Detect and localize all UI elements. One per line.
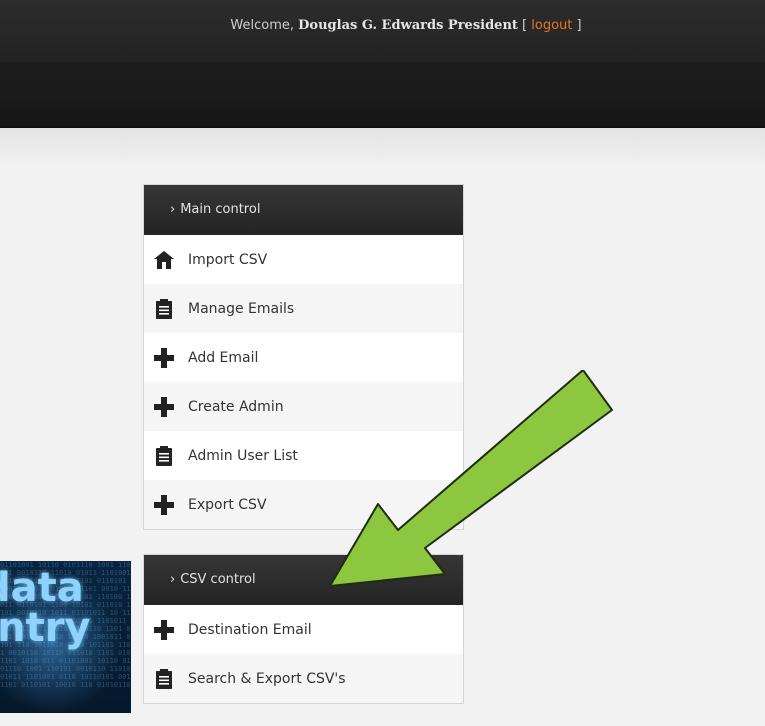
clipboard-icon	[153, 445, 175, 467]
clipboard-icon	[153, 668, 175, 690]
plus-icon	[153, 494, 175, 516]
clipboard-icon	[153, 298, 175, 320]
menu-item-label: Add Email	[188, 349, 259, 366]
main-control-title: Main control	[180, 202, 261, 217]
header-shadow	[0, 128, 765, 168]
logout-link[interactable]: logout	[531, 18, 572, 33]
welcome-message: Welcome, Douglas G. Edwards President [ …	[0, 18, 765, 33]
data-entry-image: 01101001 10110 0101110 1001 110101 00101…	[0, 561, 131, 713]
main-control-header[interactable]: › Main control	[144, 185, 463, 235]
home-icon	[153, 249, 175, 271]
menu-item-search-export-csv[interactable]: Search & Export CSV's	[144, 654, 463, 703]
bracket-open: [	[517, 18, 532, 33]
menu-item-import-csv[interactable]: Import CSV	[144, 235, 463, 284]
menu-item-label: Search & Export CSV's	[188, 670, 346, 687]
menu-item-label: Create Admin	[188, 398, 284, 415]
chevron-right-icon: ›	[170, 202, 176, 217]
menu-item-label: Import CSV	[188, 251, 268, 268]
nav-bar	[0, 62, 765, 128]
chevron-right-icon: ›	[170, 572, 176, 587]
menu-item-manage-emails[interactable]: Manage Emails	[144, 284, 463, 333]
image-word-entry: entry	[0, 605, 91, 651]
menu-item-label: Export CSV	[188, 496, 267, 513]
page: Welcome, Douglas G. Edwards President [ …	[0, 0, 765, 726]
menu-item-label: Destination Email	[188, 621, 312, 638]
csv-control-title: CSV control	[180, 572, 256, 587]
welcome-prefix: Welcome,	[230, 18, 299, 33]
plus-icon	[153, 396, 175, 418]
menu-item-label: Admin User List	[188, 447, 298, 464]
menu-item-destination-email[interactable]: Destination Email	[144, 605, 463, 654]
plus-icon	[153, 619, 175, 641]
top-bar: Welcome, Douglas G. Edwards President [ …	[0, 0, 765, 62]
user-name: Douglas G. Edwards President	[298, 18, 518, 33]
plus-icon	[153, 347, 175, 369]
bracket-close: ]	[572, 18, 582, 33]
green-arrow-icon	[329, 370, 613, 587]
menu-item-label: Manage Emails	[188, 300, 295, 317]
